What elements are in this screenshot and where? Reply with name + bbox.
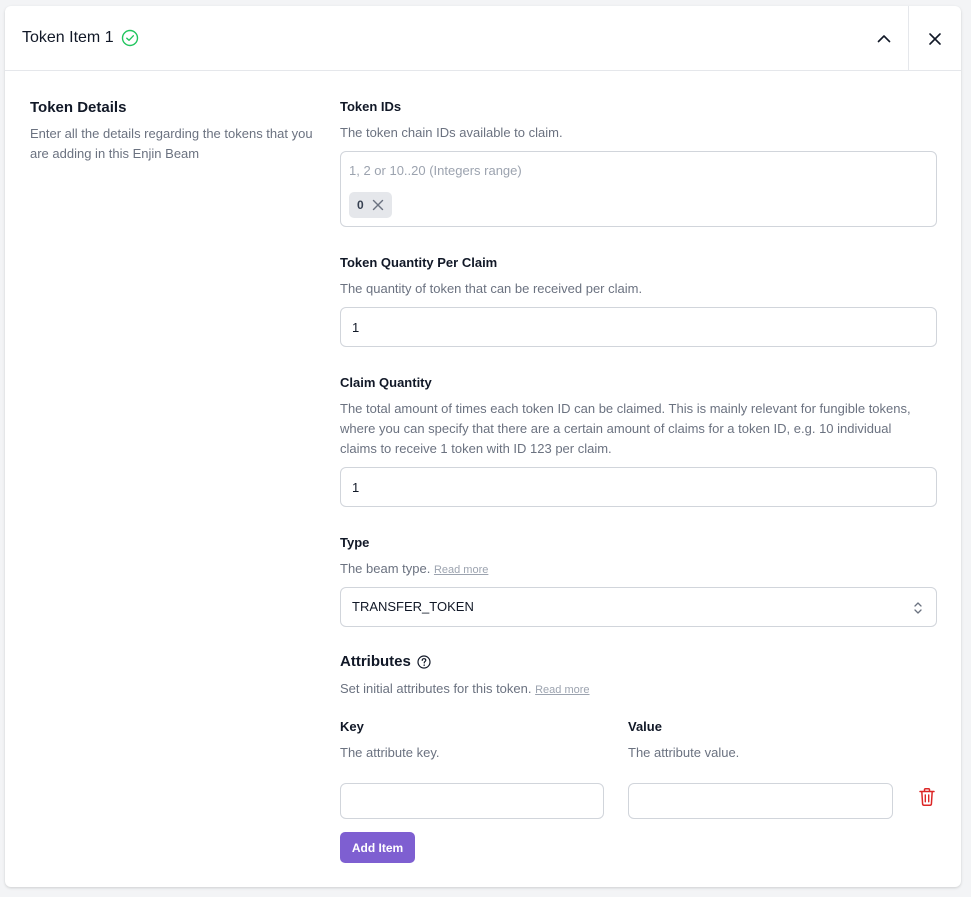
trash-icon[interactable] <box>918 787 936 807</box>
collapse-button[interactable] <box>860 6 908 71</box>
type-select[interactable]: TRANSFER_TOKEN <box>340 587 937 627</box>
attribute-key-help: The attribute key. <box>340 745 440 760</box>
section-description: Enter all the details regarding the toke… <box>30 126 313 161</box>
card-header: Token Item 1 <box>5 6 961 71</box>
type-help: The beam type. Read more <box>340 559 488 580</box>
tag-remove-icon[interactable] <box>372 199 384 211</box>
claim-quantity-input[interactable] <box>340 467 937 507</box>
token-id-tag-label: 0 <box>357 198 364 212</box>
token-ids-placeholder: 1, 2 or 10..20 (Integers range) <box>349 163 522 178</box>
section-title: Token Details <box>30 99 127 116</box>
type-select-value: TRANSFER_TOKEN <box>352 599 474 614</box>
quantity-per-claim-input[interactable] <box>340 307 937 347</box>
card-title: Token Item 1 <box>22 29 114 46</box>
token-id-tag: 0 <box>349 192 392 218</box>
token-item-card: Token Item 1 Token Details Enter all the… <box>5 6 961 887</box>
check-circle-icon <box>121 29 139 47</box>
claim-quantity-label: Claim Quantity <box>340 375 432 390</box>
chevron-up-down-icon <box>914 602 922 614</box>
token-ids-help: The token chain IDs available to claim. <box>340 125 563 140</box>
add-item-button[interactable]: Add Item <box>340 832 415 863</box>
attribute-value-label: Value <box>628 719 662 734</box>
type-label: Type <box>340 535 370 550</box>
claim-quantity-help: The total amount of times each token ID … <box>340 401 911 456</box>
token-ids-input[interactable]: 1, 2 or 10..20 (Integers range) 0 <box>340 151 937 227</box>
question-circle-icon[interactable] <box>417 655 431 669</box>
attributes-help: Set initial attributes for this token. R… <box>340 679 590 700</box>
attribute-value-input[interactable] <box>628 783 893 819</box>
attributes-title: Attributes <box>340 653 411 670</box>
attributes-help-text: Set initial attributes for this token. <box>340 681 532 696</box>
close-icon <box>929 32 941 45</box>
type-read-more-link[interactable]: Read more <box>434 564 488 576</box>
attribute-value-help: The attribute value. <box>628 745 740 760</box>
chevron-up-icon <box>877 34 891 42</box>
quantity-per-claim-label: Token Quantity Per Claim <box>340 255 498 270</box>
attribute-key-label: Key <box>340 719 364 734</box>
attribute-key-input[interactable] <box>340 783 604 819</box>
token-ids-label: Token IDs <box>340 99 402 114</box>
type-help-text: The beam type. <box>340 561 431 576</box>
attributes-read-more-link[interactable]: Read more <box>535 684 589 696</box>
close-button[interactable] <box>908 6 961 71</box>
quantity-per-claim-help: The quantity of token that can be receiv… <box>340 281 643 296</box>
